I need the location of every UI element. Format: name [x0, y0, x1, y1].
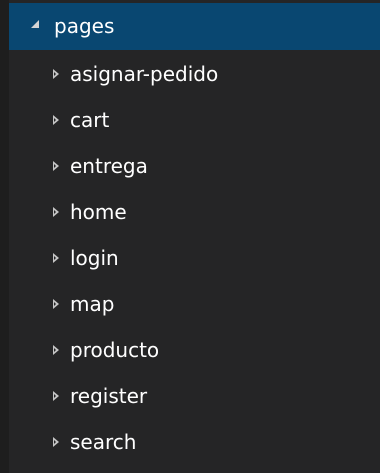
tree-item-label: search: [70, 430, 137, 454]
tree-item-home[interactable]: home: [9, 190, 380, 236]
chevron-right-icon[interactable]: [53, 391, 59, 401]
panel-edge: [0, 0, 9, 473]
chevron-right-icon[interactable]: [53, 207, 59, 217]
tree-item-label: login: [70, 246, 119, 270]
chevron-right-icon[interactable]: [53, 253, 59, 263]
tree-item-cart[interactable]: cart: [9, 98, 380, 144]
chevron-right-icon[interactable]: [53, 299, 59, 309]
tree-item-asignar-pedido[interactable]: asignar-pedido: [9, 52, 380, 98]
tree-folder-pages[interactable]: pages: [9, 3, 380, 50]
tree-item-label: asignar-pedido: [70, 62, 219, 86]
chevron-right-icon[interactable]: [53, 437, 59, 447]
chevron-right-icon[interactable]: [53, 69, 59, 79]
tree-item-entrega[interactable]: entrega: [9, 144, 380, 190]
chevron-right-icon[interactable]: [53, 161, 59, 171]
file-explorer-tree: pages asignar-pedido cart entrega home l…: [0, 0, 380, 473]
tree-item-label: producto: [70, 338, 160, 362]
tree-item-search[interactable]: search: [9, 420, 380, 466]
folder-label: pages: [54, 14, 115, 38]
tree-item-producto[interactable]: producto: [9, 328, 380, 374]
tree-item-label: home: [70, 200, 127, 224]
chevron-right-icon[interactable]: [53, 345, 59, 355]
chevron-expanded-icon[interactable]: [31, 20, 39, 28]
chevron-right-icon[interactable]: [53, 115, 59, 125]
tree-item-label: map: [70, 292, 115, 316]
tree-item-label: entrega: [70, 154, 148, 178]
tree-item-label: cart: [70, 108, 110, 132]
tree-item-map[interactable]: map: [9, 282, 380, 328]
tree-item-label: register: [70, 384, 148, 408]
tree-item-register[interactable]: register: [9, 374, 380, 420]
tree-item-login[interactable]: login: [9, 236, 380, 282]
